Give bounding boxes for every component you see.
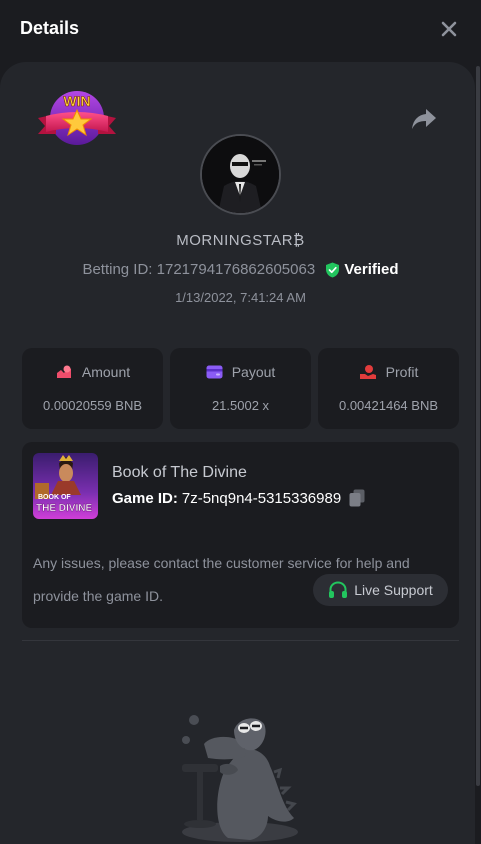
- username: MORNINGSTAR₿: [176, 232, 305, 249]
- win-badge-icon: WIN: [38, 91, 116, 145]
- game-id-label: Game ID:: [112, 489, 178, 507]
- svg-text:THE DIVINE: THE DIVINE: [36, 503, 92, 514]
- stat-card-profit: Profit 0.00421464 BNB: [318, 348, 459, 429]
- game-thumbnail[interactable]: BOOK OF THE DIVINE: [33, 453, 98, 519]
- avatar-image: [202, 136, 279, 213]
- game-id-row: Game ID: 7z-5nq9n4-5315336989: [112, 489, 365, 507]
- game-thumbnail-art: BOOK OF THE DIVINE: [33, 453, 98, 519]
- stat-label: Amount: [81, 364, 131, 380]
- live-support-label: Live Support: [354, 582, 433, 598]
- stat-card-payout: Payout 21.5002 x: [170, 348, 311, 429]
- coins-icon: [56, 365, 71, 378]
- bet-datetime: 1/13/2022, 7:41:24 AM: [175, 290, 306, 305]
- betting-id-label: Betting ID:: [82, 261, 153, 278]
- copy-icon[interactable]: [349, 489, 365, 507]
- wallet-icon: [206, 365, 223, 379]
- verified-label: Verified: [344, 261, 399, 278]
- close-icon[interactable]: [436, 16, 462, 42]
- divider: [22, 640, 459, 641]
- stat-value: 21.5002 x: [211, 398, 270, 413]
- betting-id-value: 1721794176862605063: [156, 261, 316, 278]
- stat-label: Profit: [385, 364, 419, 380]
- stat-label: Payout: [231, 364, 276, 380]
- crocodile-mascot-icon: [182, 715, 298, 842]
- avatar: [200, 134, 281, 215]
- headset-icon: [329, 581, 348, 598]
- live-support-button[interactable]: Live Support: [313, 574, 448, 606]
- stat-value: 0.00020559 BNB: [42, 398, 143, 413]
- betting-id-row: Betting ID: 1721794176862605063 Verified: [0, 261, 481, 278]
- game-card: BOOK OF THE DIVINE Book of The Divine Ga…: [22, 442, 459, 628]
- stat-value: 0.00421464 BNB: [338, 398, 439, 413]
- header-bar: Details: [0, 0, 481, 60]
- shield-check-icon: [326, 262, 340, 277]
- scrollbar-thumb[interactable]: [476, 66, 480, 786]
- svg-text:WIN: WIN: [63, 93, 90, 109]
- page-title: Details: [20, 18, 80, 38]
- game-id-value: 7z-5nq9n4-5315336989: [181, 489, 342, 507]
- verified-badge: Verified: [325, 261, 399, 278]
- share-icon[interactable]: [410, 106, 438, 132]
- hand-coin-icon: [359, 365, 376, 379]
- stat-card-amount: Amount 0.00020559 BNB: [22, 348, 163, 429]
- svg-text:BOOK OF: BOOK OF: [38, 494, 71, 501]
- game-name: Book of The Divine: [112, 464, 247, 481]
